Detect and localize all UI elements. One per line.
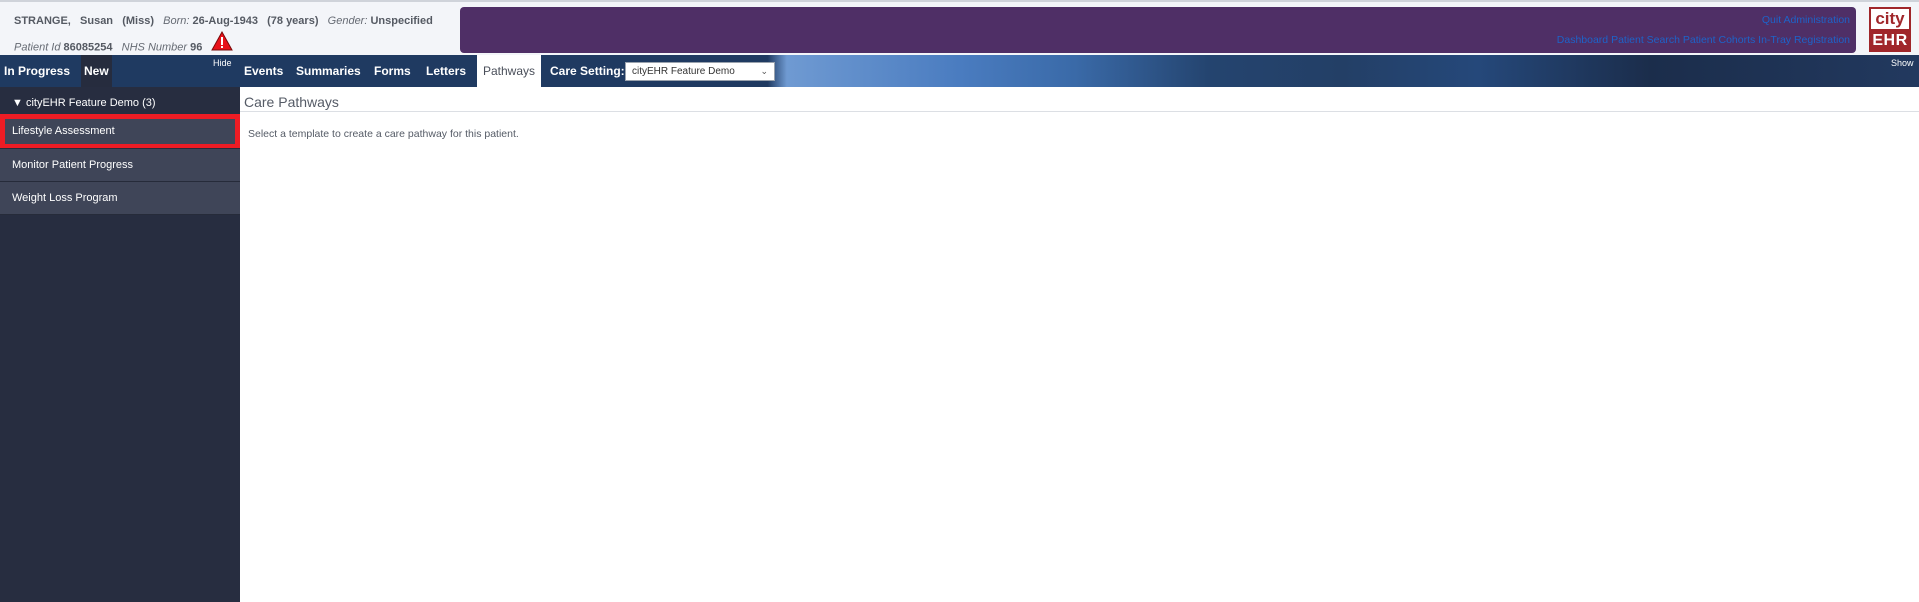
gender-label: Gender:	[327, 15, 368, 27]
page-title: Care Pathways	[244, 94, 339, 110]
sidebar-item-label: Weight Loss Program	[12, 192, 118, 204]
patient-surname: STRANGE,	[14, 15, 71, 27]
show-link[interactable]: Show	[1891, 58, 1914, 68]
tab-letters[interactable]: Letters	[426, 55, 466, 87]
cityehr-logo: city EHR	[1869, 7, 1911, 52]
logo-top: city	[1871, 9, 1909, 31]
tab-summaries[interactable]: Summaries	[296, 55, 361, 87]
patient-title: (Miss)	[122, 15, 154, 27]
born-label: Born:	[163, 15, 190, 27]
in-progress-tab[interactable]: In Progress	[4, 55, 70, 87]
navigation-bar: In Progress New Hide Events Summaries Fo…	[0, 55, 1919, 87]
sidebar: ▼ cityEHR Feature Demo (3) Lifestyle Ass…	[0, 87, 240, 602]
patient-id-value: 86085254	[63, 41, 113, 54]
admin-links: Quit Administration Dashboard Patient Se…	[1557, 10, 1850, 50]
born-value: 26-Aug-1943	[192, 15, 258, 27]
patient-cohorts-link[interactable]: Patient Cohorts	[1683, 34, 1755, 46]
nhs-number-value: 96	[190, 41, 203, 54]
care-setting-select[interactable]: cityEHR Feature Demo ⌄	[625, 62, 775, 81]
care-setting-label: Care Setting:	[550, 64, 625, 78]
sidebar-item-label: Monitor Patient Progress	[12, 159, 134, 171]
logo-bottom: EHR	[1871, 31, 1909, 50]
patient-given-name: Susan	[80, 15, 114, 27]
patient-header: STRANGE, Susan (Miss) Born: 26-Aug-1943 …	[0, 0, 1919, 55]
patient-search-link[interactable]: Patient Search	[1611, 34, 1680, 46]
patient-age: (78 years)	[267, 15, 319, 27]
admin-panel: Quit Administration Dashboard Patient Se…	[460, 7, 1856, 53]
sidebar-group-header[interactable]: ▼ cityEHR Feature Demo (3)	[12, 97, 156, 109]
sidebar-item-lifestyle-assessment[interactable]: Lifestyle Assessment	[0, 114, 240, 149]
sidebar-item-label: Lifestyle Assessment	[5, 119, 235, 144]
patient-id-label: Patient Id	[14, 41, 61, 54]
tab-forms[interactable]: Forms	[374, 55, 411, 87]
in-tray-link[interactable]: In-Tray	[1758, 34, 1791, 46]
tab-events[interactable]: Events	[244, 55, 283, 87]
dashboard-link[interactable]: Dashboard	[1557, 34, 1608, 46]
care-setting-value: cityEHR Feature Demo	[632, 66, 735, 77]
new-tab[interactable]: New	[81, 55, 112, 87]
registration-link[interactable]: Registration	[1794, 34, 1850, 46]
sidebar-item-weight-loss-program[interactable]: Weight Loss Program	[0, 182, 240, 215]
hide-link[interactable]: Hide	[213, 58, 232, 68]
title-divider	[240, 111, 1919, 112]
quit-administration-link[interactable]: Quit Administration	[1762, 14, 1850, 26]
sidebar-item-monitor-patient-progress[interactable]: Monitor Patient Progress	[0, 149, 240, 182]
chevron-down-icon: ⌄	[760, 66, 768, 76]
gender-value: Unspecified	[370, 15, 433, 27]
nhs-number-label: NHS Number	[121, 41, 188, 54]
tab-pathways[interactable]: Pathways	[477, 55, 542, 87]
instruction-text: Select a template to create a care pathw…	[248, 128, 519, 140]
